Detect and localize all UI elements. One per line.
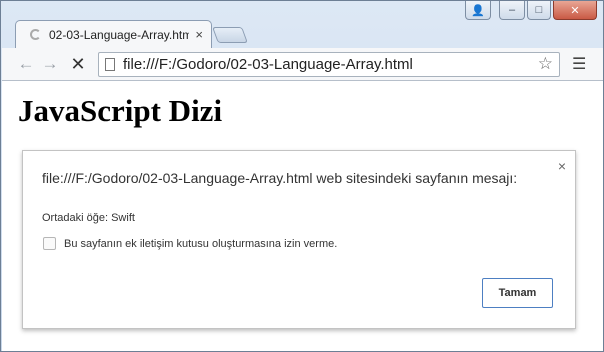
suppress-dialogs-row[interactable]: Bu sayfanın ek iletişim kutusu oluşturma… [43,237,337,250]
new-tab-button[interactable] [212,27,248,43]
forward-arrow-icon[interactable]: → [38,54,62,74]
menu-icon[interactable]: ☰ [572,54,586,74]
browser-tab[interactable]: 02-03-Language-Array.htm × [15,20,212,48]
ok-button[interactable]: Tamam [482,278,553,308]
browser-toolbar: ← → ✕ file:///F:/Godoro/02-03-Language-A… [2,48,603,81]
user-icon[interactable]: 👤 [465,1,491,20]
dialog-title: file:///F:/Godoro/02-03-Language-Array.h… [42,170,518,186]
address-bar[interactable]: file:///F:/Godoro/02-03-Language-Array.h… [98,51,560,77]
alert-dialog: × file:///F:/Godoro/02-03-Language-Array… [22,150,576,329]
loading-spinner-icon [30,29,41,40]
dialog-message: Ortadaki öğe: Swift [42,212,135,224]
suppress-dialogs-label: Bu sayfanın ek iletişim kutusu oluşturma… [64,237,338,250]
tab-close-icon[interactable]: × [195,27,203,42]
stop-loading-icon[interactable]: ✕ [66,54,90,75]
suppress-dialogs-checkbox[interactable] [43,237,56,250]
page-content: JavaScript Dizi × file:///F:/Godoro/02-0… [2,81,603,351]
close-window-button[interactable]: ✕ [553,1,597,20]
caption-buttons: 👤 – □ ✕ [465,1,597,20]
page-heading: JavaScript Dizi [18,93,223,128]
address-bar-url[interactable]: file:///F:/Godoro/02-03-Language-Array.h… [123,56,538,73]
browser-window: 👤 – □ ✕ 02-03-Language-Array.htm × ← → ✕… [0,0,604,352]
back-arrow-icon[interactable]: ← [14,54,38,74]
minimize-button[interactable]: – [499,1,525,20]
bookmark-star-icon[interactable]: ☆ [538,54,553,74]
dialog-close-icon[interactable]: × [558,158,566,174]
tab-title: 02-03-Language-Array.htm [49,27,190,42]
page-icon [105,57,115,71]
maximize-button[interactable]: □ [527,1,551,20]
